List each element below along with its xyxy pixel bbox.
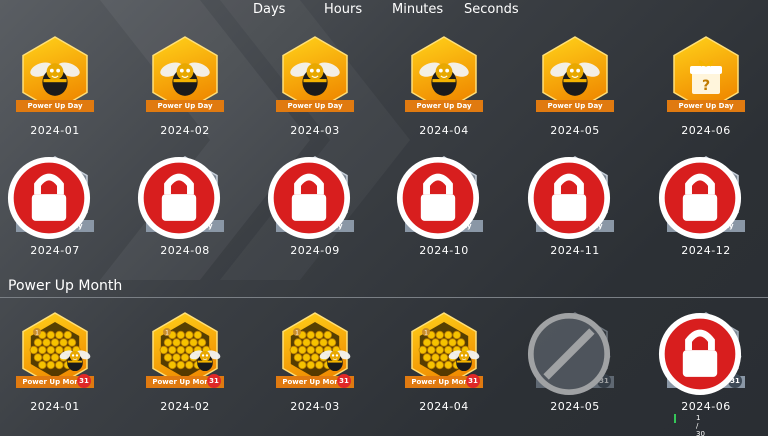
bee-icon — [152, 36, 218, 112]
badge-date-label: 2024-03 — [290, 400, 340, 413]
countdown-timer: Days Hours Minutes Seconds — [0, 2, 768, 20]
power-up-day-badge-2024-07[interactable]: Power Up Day 2024-07 — [0, 154, 110, 272]
lock-icon — [658, 312, 742, 396]
power-up-day-badge-2024-03[interactable]: Power Up Day 2024-03 — [260, 34, 370, 152]
badge-art: Power Up Day — [273, 34, 357, 130]
badge-art: Power Up Day — [402, 34, 486, 130]
badge-date-label: 2024-02 — [160, 124, 210, 137]
power-up-month-badge-2024-01[interactable]: 1 Power Up Month 31 2024-01 — [0, 310, 110, 428]
power-up-month-badge-2024-02[interactable]: 1 Power Up Month 31 2024-02 — [130, 310, 240, 428]
power-up-day-badge-2024-04[interactable]: Power Up Day 2024-04 — [389, 34, 499, 152]
badge-art: 1 Power Up Month 31 — [143, 310, 227, 406]
honeycomb-icon: 1 — [22, 312, 91, 388]
honeycomb-icon: 1 — [152, 312, 221, 388]
badge-art: 1 Power Up Month 31 — [13, 310, 97, 406]
badge-art: Power Up Day — [533, 34, 617, 130]
timer-days-label: Days — [253, 2, 286, 17]
badge-date-label: 2024-12 — [681, 244, 731, 257]
gift-icon: ? — [673, 36, 739, 112]
power-up-day-badge-2024-06[interactable]: ? Power Up Day 2024-06 — [651, 34, 761, 152]
badge-count: 1 — [424, 330, 428, 337]
badge-art: 1 Power Up Month 31 — [402, 310, 486, 406]
badge-art: Power Up Day — [143, 34, 227, 130]
badge-count: 1 — [295, 330, 299, 337]
power-up-day-badge-2024-10[interactable]: Power Up Day 2024-10 — [389, 154, 499, 272]
honeycomb-icon: 1 — [411, 312, 480, 388]
power-up-day-badge-2024-05[interactable]: Power Up Day 2024-05 — [520, 34, 630, 152]
power-up-month-badge-2024-05[interactable]: 1 Power Up Month 31 2024-05 — [520, 310, 630, 428]
lock-icon — [396, 156, 480, 240]
power-up-day-badge-2024-01[interactable]: Power Up Day 2024-01 — [0, 34, 110, 152]
badge-date-label: 2024-02 — [160, 400, 210, 413]
badge-art: Power Up Day — [396, 154, 486, 250]
badge-date-label: 2024-04 — [419, 400, 469, 413]
power-up-day-row-2: Power Up Day 2024-07 Power Up Day — [0, 154, 768, 272]
timer-minutes-label: Minutes — [392, 2, 444, 17]
badge-art: 1 Power Up Month 31 — [273, 310, 357, 406]
badge-date-label: 2024-10 — [419, 244, 469, 257]
badge-date-label: 2024-11 — [550, 244, 600, 257]
honeycomb-icon: 1 — [282, 312, 351, 388]
badge-art: ? Power Up Day — [664, 34, 748, 130]
power-up-month-row: 1 Power Up Month 31 2024-01 1 Power Up M… — [0, 310, 768, 428]
badge-art: Power Up Day — [527, 154, 617, 250]
power-up-day-badge-2024-12[interactable]: Power Up Day 2024-12 — [651, 154, 761, 272]
badge-ribbon: Power Up Day — [536, 100, 614, 112]
calendar-day-badge: 31 — [466, 374, 480, 388]
badge-art: Power Up Day — [137, 154, 227, 250]
power-up-day-badge-2024-11[interactable]: Power Up Day 2024-11 — [520, 154, 630, 272]
badge-art: Power Up Day — [267, 154, 357, 250]
badge-date-label: 2024-03 — [290, 124, 340, 137]
badge-art: Power Up Day — [13, 34, 97, 130]
badge-date-label: 2024-08 — [160, 244, 210, 257]
lock-icon — [527, 156, 611, 240]
badge-date-label: 2024-09 — [290, 244, 340, 257]
badge-count: 1 — [165, 330, 169, 337]
lock-icon — [658, 156, 742, 240]
badge-ribbon: Power Up Day — [16, 100, 94, 112]
badge-date-label: 2024-07 — [30, 244, 80, 257]
badge-date-label: 2024-01 — [30, 124, 80, 137]
badge-date-label: 2024-05 — [550, 124, 600, 137]
power-up-month-badge-2024-04[interactable]: 1 Power Up Month 31 2024-04 — [389, 310, 499, 428]
calendar-day-badge: 31 — [337, 374, 351, 388]
timer-seconds-label: Seconds — [464, 2, 519, 17]
power-up-day-badge-2024-09[interactable]: Power Up Day 2024-09 — [260, 154, 370, 272]
power-up-day-badge-2024-02[interactable]: Power Up Day 2024-02 — [130, 34, 240, 152]
badge-ribbon: Power Up Day — [146, 100, 224, 112]
bee-icon — [542, 36, 608, 112]
badge-date-label: 2024-01 — [30, 400, 80, 413]
timer-hours-label: Hours — [324, 2, 363, 17]
badge-date-label: 2024-04 — [419, 124, 469, 137]
badge-art: Power Up Day — [7, 154, 97, 250]
missed-icon — [527, 312, 611, 396]
badge-date-label: 2024-05 — [550, 400, 600, 413]
badge-art: Power Up Day — [658, 154, 748, 250]
calendar-day-badge: 31 — [207, 374, 221, 388]
badge-count: 1 — [35, 330, 39, 337]
badge-date-label: 2024-06 — [681, 124, 731, 137]
power-up-month-badge-2024-03[interactable]: 1 Power Up Month 31 2024-03 — [260, 310, 370, 428]
section-title-power-up-month: Power Up Month — [8, 278, 123, 294]
bee-icon — [411, 36, 477, 112]
section-divider — [0, 297, 768, 298]
power-up-month-badge-2024-06[interactable]: 1 Power Up Month 31 2024-06 — [651, 310, 761, 428]
lock-icon — [7, 156, 91, 240]
badge-date-label: 2024-06 — [681, 400, 731, 413]
badge-ribbon: Power Up Day — [276, 100, 354, 112]
pager-text: 1 / 30 — [696, 414, 705, 436]
bee-icon — [282, 36, 348, 112]
lock-icon — [267, 156, 351, 240]
pager-indicator — [674, 414, 676, 423]
power-up-day-row-1: Power Up Day 2024-01 Power Up Day 2024-0… — [0, 34, 768, 152]
badge-art: 1 Power Up Month 31 — [658, 310, 748, 406]
svg-text:?: ? — [702, 78, 710, 94]
calendar-day-badge: 31 — [77, 374, 91, 388]
badge-ribbon: Power Up Day — [667, 100, 745, 112]
power-up-day-badge-2024-08[interactable]: Power Up Day 2024-08 — [130, 154, 240, 272]
lock-icon — [137, 156, 221, 240]
bee-icon — [22, 36, 88, 112]
badge-art: 1 Power Up Month 31 — [527, 310, 617, 406]
badge-ribbon: Power Up Day — [405, 100, 483, 112]
